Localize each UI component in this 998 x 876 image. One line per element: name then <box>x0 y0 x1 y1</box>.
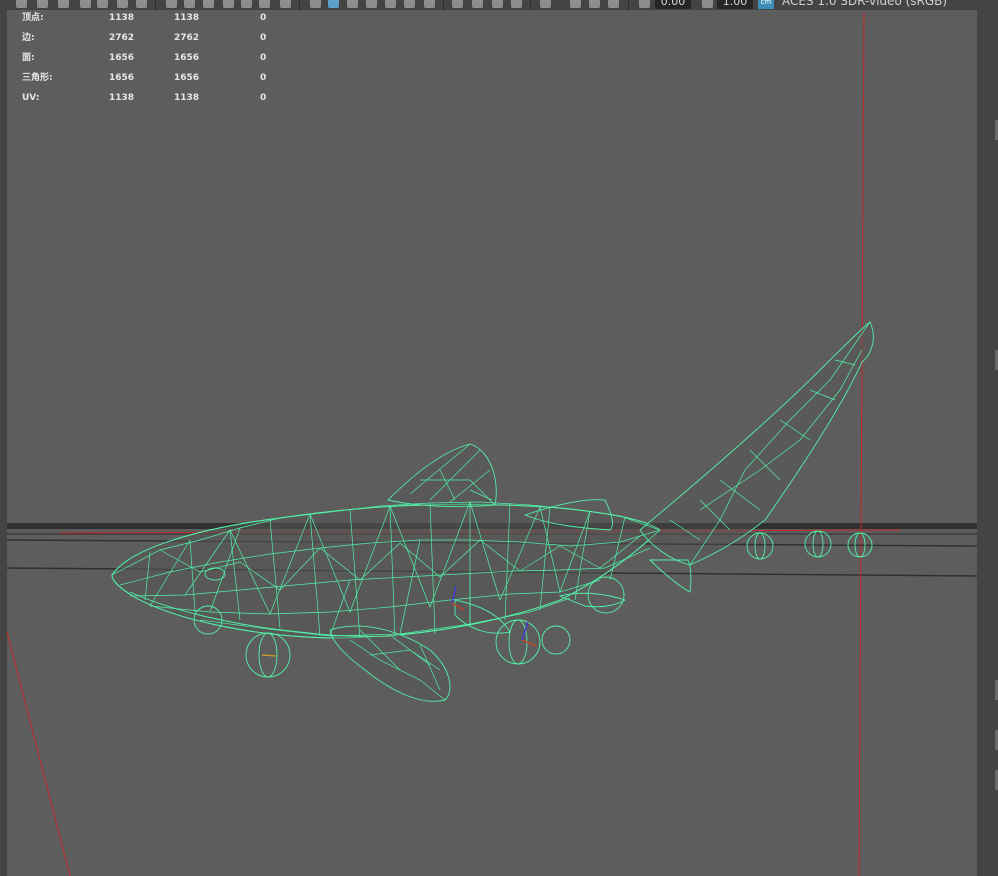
hud-value: 1138 <box>109 13 135 23</box>
hud-label: 顶点: <box>22 13 44 23</box>
shark-wireframe-model[interactable] <box>111 321 874 702</box>
hud-row-vertices: 顶点: 1138 1138 0 <box>22 11 282 31</box>
hud-label: 三角形: <box>22 73 53 83</box>
hud-row-triangles: 三角形: 1656 1656 0 <box>22 71 282 91</box>
dorsal-fin <box>387 443 497 508</box>
hud-value: 0 <box>260 53 267 63</box>
hud-label: 面: <box>22 53 35 63</box>
maya-viewport-window: 0.00 1.00 cm ACES 1.0 SDR-video (sRGB) 顶… <box>0 0 998 876</box>
viewport-3d[interactable] <box>0 0 998 876</box>
hud-row-faces: 面: 1656 1656 0 <box>22 51 282 71</box>
hud-value: 1138 <box>174 93 200 103</box>
hud-value: 1656 <box>174 73 200 83</box>
hud-value: 0 <box>260 13 267 23</box>
hud-value: 0 <box>260 93 267 103</box>
hud-value: 2762 <box>109 33 135 43</box>
hud-value: 1138 <box>109 93 135 103</box>
hud-value: 1656 <box>109 73 135 83</box>
hud-value: 0 <box>260 73 267 83</box>
tail-lower-lobe <box>648 559 692 593</box>
hud-label: 边: <box>22 33 35 43</box>
hud-value: 1138 <box>174 13 200 23</box>
hud-value: 0 <box>260 33 267 43</box>
hud-value: 1656 <box>109 53 135 63</box>
hud-value: 1656 <box>174 53 200 63</box>
hud-row-uvs: UV: 1138 1138 0 <box>22 91 282 111</box>
hud-row-edges: 边: 2762 2762 0 <box>22 31 282 51</box>
hud-value: 2762 <box>174 33 200 43</box>
hud-label: UV: <box>22 93 40 103</box>
poly-count-hud: 顶点: 1138 1138 0 边: 2762 2762 0 面: 1656 1… <box>22 11 282 111</box>
